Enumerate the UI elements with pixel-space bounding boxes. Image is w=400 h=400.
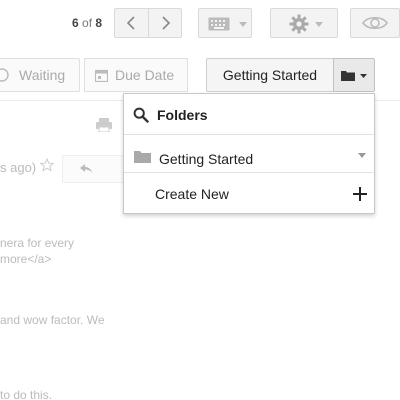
calendar-icon: [95, 69, 108, 82]
page-counter: 6 of 8: [72, 16, 102, 30]
folder-item-label: Getting Started: [159, 151, 254, 167]
email-body-line: to do this.: [0, 388, 53, 400]
page-of: of: [82, 16, 93, 30]
email-body-line: more</a>: [0, 252, 52, 266]
waiting-button[interactable]: Waiting: [0, 58, 80, 92]
star-icon[interactable]: [40, 158, 54, 172]
clock-icon: [0, 68, 9, 82]
email-body-line: and wow factor. We: [0, 313, 105, 327]
keyboard-icon: [208, 17, 230, 31]
folder-icon: [134, 151, 151, 163]
due-date-label: Due Date: [115, 67, 175, 83]
folders-search-header[interactable]: Folders: [124, 94, 374, 135]
caret-down-icon: [239, 22, 247, 27]
caret-down-icon: [315, 22, 323, 27]
reply-icon: [80, 164, 92, 173]
email-actions-row: Waiting Due Date Getting Started: [0, 58, 400, 96]
page-current: 6: [72, 16, 79, 30]
folder-menu-button[interactable]: [333, 58, 375, 92]
folder-icon: [341, 71, 355, 81]
gear-icon: [289, 14, 309, 34]
create-new-label: Create New: [155, 186, 229, 202]
print-icon[interactable]: [96, 118, 112, 132]
folders-dropdown: Folders Getting Started Create New: [123, 93, 375, 214]
email-timestamp: s ago): [0, 160, 37, 175]
search-icon: [133, 107, 149, 123]
waiting-label: Waiting: [19, 67, 66, 83]
previous-button[interactable]: [114, 8, 148, 38]
folder-item[interactable]: Getting Started: [124, 135, 374, 173]
folder-label-button[interactable]: Getting Started: [206, 58, 334, 92]
caret-down-icon: [360, 74, 367, 78]
page-total: 8: [95, 16, 103, 30]
next-button[interactable]: [148, 8, 182, 38]
create-new-folder-item[interactable]: Create New: [124, 174, 374, 213]
due-date-button[interactable]: Due Date: [84, 58, 188, 92]
eye-icon: [362, 16, 388, 30]
folders-title: Folders: [157, 107, 208, 123]
caret-down-icon[interactable]: [358, 153, 366, 158]
keyboard-shortcuts-button[interactable]: [198, 8, 252, 38]
chevron-right-icon: [162, 16, 171, 30]
settings-button[interactable]: [270, 8, 338, 38]
preview-toggle-button[interactable]: [350, 8, 400, 38]
reply-button[interactable]: [62, 155, 126, 183]
top-toolbar: 6 of 8: [0, 0, 400, 48]
plus-icon: [353, 187, 367, 201]
email-body-line: nera for every: [0, 236, 75, 250]
chevron-left-icon: [126, 16, 135, 30]
